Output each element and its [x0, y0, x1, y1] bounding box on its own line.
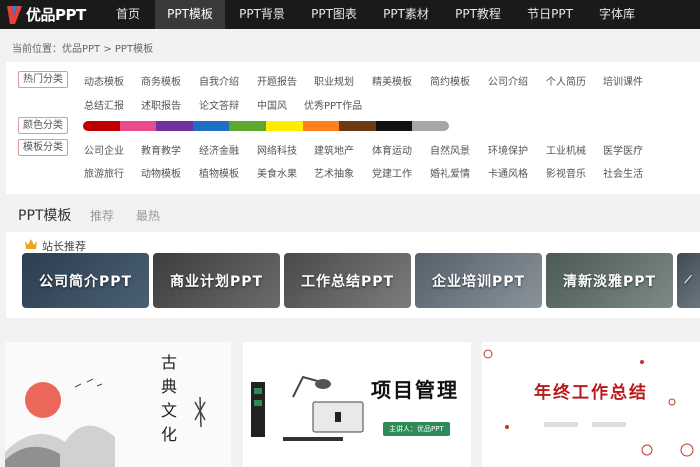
- nav-item-ppt-tutorials[interactable]: PPT教程: [445, 0, 511, 29]
- banner-company-profile[interactable]: 公司简介PPT: [22, 253, 149, 308]
- card-thumbnail-desk: [243, 342, 471, 467]
- banner-label: 商业计划PPT: [169, 273, 264, 290]
- filter-option[interactable]: 社会生活: [603, 165, 643, 180]
- logo[interactable]: 优品PPT: [4, 3, 86, 26]
- filter-option[interactable]: 动物模板: [141, 165, 181, 180]
- color-swatch[interactable]: [119, 121, 157, 131]
- template-card-project-management[interactable]: 项目管理 主讲人：优品PPT: [243, 342, 471, 467]
- filter-option[interactable]: 医学医疗: [603, 142, 643, 157]
- filter-option[interactable]: 述职报告: [141, 97, 181, 112]
- nav-item-home[interactable]: 首页: [105, 0, 151, 29]
- banner-label: 清新淡雅PPT: [562, 273, 657, 290]
- nav-item-ppt-backgrounds[interactable]: PPT背景: [229, 0, 295, 29]
- nav-item-fonts[interactable]: 字体库: [589, 0, 645, 29]
- filter-option[interactable]: 商务模板: [141, 73, 181, 88]
- card3-title: 年终工作总结: [534, 383, 648, 403]
- filter-option[interactable]: 自然风景: [430, 142, 470, 157]
- color-swatch[interactable]: [156, 121, 194, 131]
- featured-title: 站长推荐: [42, 240, 86, 253]
- tab-ppt-templates[interactable]: PPT模板: [18, 205, 71, 225]
- card2-title: 项目管理: [371, 378, 459, 402]
- filter-option[interactable]: 教育教学: [141, 142, 181, 157]
- filter-option[interactable]: 植物模板: [199, 165, 239, 180]
- color-swatch[interactable]: [412, 121, 450, 131]
- filter-option[interactable]: 中国风: [257, 97, 287, 112]
- color-swatch[interactable]: [83, 121, 120, 131]
- banner-label: 企业培训PPT: [431, 273, 526, 290]
- logo-icon: [7, 5, 22, 24]
- nav-item-ppt-templates[interactable]: PPT模板: [155, 0, 225, 29]
- color-swatch[interactable]: [375, 121, 413, 131]
- filter-option[interactable]: 旅游旅行: [84, 165, 124, 180]
- filter-option[interactable]: 培训课件: [603, 73, 643, 88]
- template-category-label: 模板分类: [18, 139, 68, 156]
- filter-option[interactable]: 工业机械: [546, 142, 586, 157]
- crown-icon: [25, 239, 37, 249]
- banner-business-plan[interactable]: 商业计划PPT: [153, 253, 280, 308]
- breadcrumb: 当前位置：优品PPT > PPT模板: [12, 44, 154, 55]
- filter-option[interactable]: 体育运动: [372, 142, 412, 157]
- template-card-year-end-summary[interactable]: 年终工作总结: [482, 342, 700, 467]
- card-thumbnail-year-end: [482, 342, 700, 467]
- filter-option[interactable]: 建筑地产: [314, 142, 354, 157]
- banner-corporate-training[interactable]: 企业培训PPT: [415, 253, 542, 308]
- filter-option[interactable]: 美食水果: [257, 165, 297, 180]
- color-swatch[interactable]: [339, 121, 377, 131]
- banner-fresh-elegant[interactable]: 清新淡雅PPT: [546, 253, 673, 308]
- filter-option[interactable]: 公司介绍: [488, 73, 528, 88]
- color-swatch[interactable]: [192, 121, 230, 131]
- filter-option[interactable]: 总结汇报: [84, 97, 124, 112]
- card-thumbnail-ink: [5, 342, 231, 467]
- nav-item-ppt-materials[interactable]: PPT素材: [373, 0, 439, 29]
- filter-option[interactable]: 公司企业: [84, 142, 124, 157]
- card2-presenter: 主讲人：优品PPT: [383, 422, 450, 436]
- color-swatch[interactable]: [302, 121, 340, 131]
- tab-recommended[interactable]: 推荐: [90, 207, 114, 224]
- nav-item-ppt-charts[interactable]: PPT图表: [301, 0, 367, 29]
- filter-option[interactable]: 艺术抽象: [314, 165, 354, 180]
- filter-option[interactable]: 卡通风格: [488, 165, 528, 180]
- filter-option[interactable]: 简约模板: [430, 73, 470, 88]
- filter-option[interactable]: 经济金融: [199, 142, 239, 157]
- top-navbar: 优品PPT 首页 PPT模板 PPT背景 PPT图表 PPT素材 PPT教程 节…: [0, 0, 700, 29]
- banner-label: 公司简介PPT: [38, 273, 133, 290]
- color-category-label: 颜色分类: [18, 117, 68, 134]
- banner-label: 工作总结PPT: [300, 273, 395, 290]
- filter-option[interactable]: 个人简历: [546, 73, 586, 88]
- filter-option[interactable]: 优秀PPT作品: [304, 97, 362, 112]
- filter-option[interactable]: 网络科技: [257, 142, 297, 157]
- card1-title: 古典文化: [158, 354, 177, 450]
- filter-option[interactable]: 婚礼爱情: [430, 165, 470, 180]
- banner-partial[interactable]: ⟋: [677, 253, 700, 308]
- tab-hottest[interactable]: 最热: [136, 207, 160, 224]
- nav-item-holiday-ppt[interactable]: 节日PPT: [517, 0, 583, 29]
- hot-category-label: 热门分类: [18, 71, 68, 88]
- banner-work-summary[interactable]: 工作总结PPT: [284, 253, 411, 308]
- filter-option[interactable]: 职业规划: [314, 73, 354, 88]
- filter-option[interactable]: 环境保护: [488, 142, 528, 157]
- logo-text: 优品PPT: [26, 6, 86, 24]
- color-swatch[interactable]: [229, 121, 267, 131]
- filter-option[interactable]: 精美模板: [372, 73, 412, 88]
- color-swatch[interactable]: [266, 121, 303, 131]
- filter-option[interactable]: 党建工作: [372, 165, 412, 180]
- template-card-chinese-culture[interactable]: 古典文化: [5, 342, 231, 467]
- filter-option[interactable]: 动态模板: [84, 73, 124, 88]
- filter-option[interactable]: 自我介绍: [199, 73, 239, 88]
- filter-option[interactable]: 影视音乐: [546, 165, 586, 180]
- filter-option[interactable]: 开题报告: [257, 73, 297, 88]
- filter-option[interactable]: 论文答辩: [199, 97, 239, 112]
